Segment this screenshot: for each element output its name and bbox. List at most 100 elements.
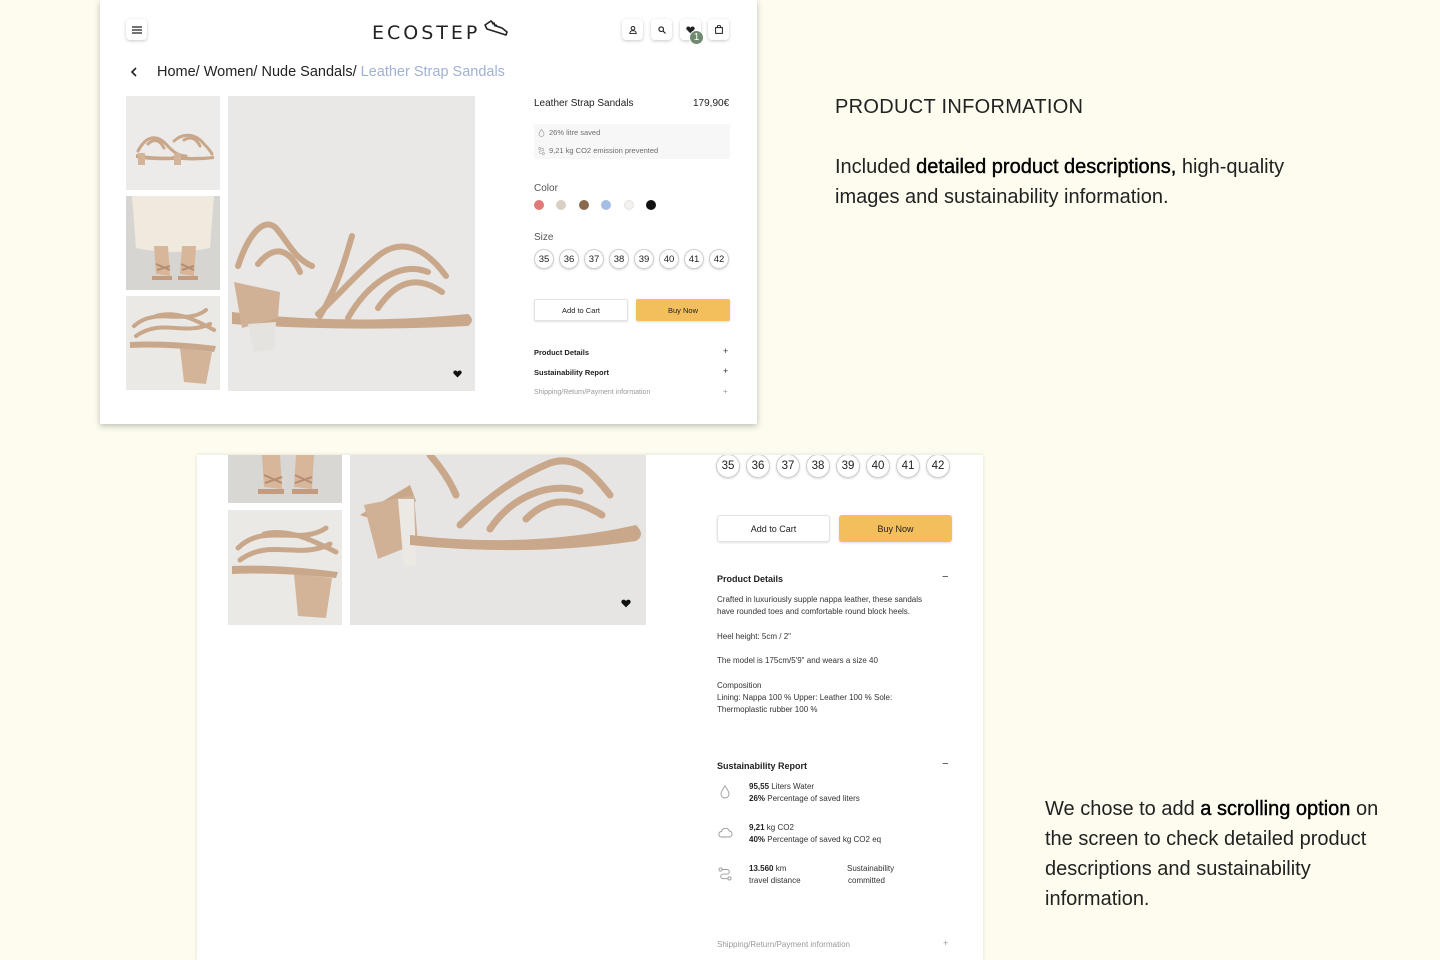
size-option[interactable]: 35 [716, 455, 740, 478]
shipping-info-toggle[interactable]: Shipping/Return/Payment information [534, 389, 650, 396]
size-option[interactable]: 35 [534, 249, 554, 269]
model-feet-image [258, 455, 318, 494]
size-label: Size [534, 232, 554, 243]
size-option[interactable]: 36 [559, 249, 579, 269]
section-description: Included detailed product descriptions, … [835, 156, 1285, 208]
wishlist-count-badge: 1 [689, 30, 704, 45]
route-icon [718, 867, 732, 881]
color-swatch-black[interactable] [646, 200, 656, 210]
travel-distance-label: travel distance [749, 876, 801, 885]
shipping-info-toggle[interactable]: Shipping/Return/Payment information [717, 940, 850, 949]
co2-saved-percentage: 40% Percentage of saved kg CO2 eq [749, 835, 882, 844]
size-option[interactable]: 39 [634, 249, 654, 269]
user-icon [628, 25, 637, 34]
bag-icon [714, 25, 723, 34]
logo-text: ECOSTEP [372, 22, 481, 44]
color-swatch-blue[interactable] [601, 200, 611, 210]
search-button[interactable] [651, 19, 672, 40]
size-option[interactable]: 36 [746, 455, 770, 478]
color-swatch-beige[interactable] [556, 200, 566, 210]
co2-prevented-line: 9,21 kg CO2 emission prevented [538, 146, 658, 155]
product-title: Leather Strap Sandals [534, 98, 634, 109]
section-heading: PRODUCT INFORMATION [835, 96, 1084, 118]
main-product-image[interactable] [228, 96, 475, 391]
thumbnail-2[interactable] [126, 196, 220, 290]
sustainability-report-toggle[interactable]: Sustainability Report [534, 368, 609, 377]
size-option[interactable]: 37 [776, 455, 800, 478]
size-option[interactable]: 39 [836, 455, 860, 478]
scroll-description: We chose to add a scrolling option on th… [1045, 798, 1379, 910]
water-saved-percentage: 26% Percentage of saved liters [749, 794, 860, 803]
breadcrumb: Home/ Women/ Nude Sandals/ Leather Strap… [157, 64, 505, 80]
composition-text: Lining: Nappa 100 % Upper: Leather 100 %… [717, 693, 893, 715]
account-button[interactable] [622, 19, 643, 40]
sandal-main-image [360, 455, 641, 567]
expand-icon[interactable]: + [723, 366, 728, 376]
add-to-cart-button[interactable]: Add to Cart [534, 299, 628, 321]
water-saved-metric: 95,55 Liters Water [749, 782, 815, 791]
size-option[interactable]: 42 [709, 249, 729, 269]
color-label: Color [534, 183, 558, 194]
product-price: 179,90€ [693, 98, 730, 109]
favorite-heart-icon[interactable] [621, 599, 631, 608]
size-option[interactable]: 37 [584, 249, 604, 269]
favorite-heart-icon[interactable] [453, 370, 462, 378]
expand-icon[interactable]: + [723, 387, 728, 396]
breadcrumb-path[interactable]: Home/ Women/ Nude Sandals/ [157, 64, 357, 80]
product-details-toggle[interactable]: Product Details [534, 348, 589, 357]
color-swatch-red[interactable] [534, 200, 544, 210]
size-option[interactable]: 38 [806, 455, 830, 478]
sneaker-logo-icon [484, 20, 509, 36]
size-option[interactable]: 38 [609, 249, 629, 269]
color-swatch-white[interactable] [624, 200, 634, 210]
sustainability-report-toggle[interactable]: Sustainability Report [717, 761, 807, 771]
sandal-side-image [232, 525, 339, 618]
thumbnail-3[interactable] [126, 296, 220, 390]
model-info: The model is 175cm/5'9" and wears a size… [717, 656, 878, 665]
sandal-side-image [130, 308, 216, 384]
product-page-screen: ECOSTEP 1 Home/ Women/ Nude Sandals/ Lea… [100, 0, 757, 424]
size-option[interactable]: 41 [896, 455, 920, 478]
size-option[interactable]: 40 [866, 455, 890, 478]
product-page-scrolled: 35 36 37 38 39 40 41 42 Add to Cart Buy … [197, 455, 983, 960]
size-option[interactable]: 41 [684, 249, 704, 269]
cart-button[interactable] [708, 19, 729, 40]
route-icon [538, 146, 545, 155]
sustainability-committed: Sustainability [847, 864, 895, 873]
breadcrumb-current: Leather Strap Sandals [360, 64, 505, 80]
sandal-thumbnail-image [136, 133, 214, 165]
collapse-icon[interactable]: − [942, 571, 948, 583]
litre-saved-line: 26% litre saved [538, 128, 600, 137]
search-icon [657, 25, 666, 34]
cloud-icon [718, 828, 733, 838]
water-drop-icon [538, 128, 545, 137]
main-product-image[interactable] [350, 455, 646, 625]
product-description: Crafted in luxuriously supple nappa leat… [717, 595, 923, 617]
thumbnail-2[interactable] [228, 455, 342, 503]
water-drop-icon [720, 785, 730, 799]
buy-now-button[interactable]: Buy Now [839, 515, 952, 542]
sustainability-summary: 26% litre saved 9,21 kg CO2 emission pre… [534, 124, 730, 159]
thumbnail-1[interactable] [126, 96, 220, 190]
model-feet-image [126, 196, 220, 290]
size-option[interactable]: 40 [659, 249, 679, 269]
buy-now-button[interactable]: Buy Now [636, 299, 730, 321]
travel-distance-metric: 13.560 km [749, 864, 787, 873]
back-arrow-icon[interactable] [130, 67, 138, 77]
sandal-main-image [232, 221, 472, 352]
color-swatch-brown[interactable] [579, 200, 589, 210]
collapse-icon[interactable]: − [942, 758, 948, 770]
sustainability-committed: committed [848, 876, 885, 885]
thumbnail-3[interactable] [228, 510, 342, 625]
size-option[interactable]: 42 [926, 455, 950, 478]
composition-label: Composition [717, 681, 762, 690]
menu-icon [131, 25, 142, 34]
expand-icon[interactable]: + [943, 938, 948, 948]
expand-icon[interactable]: + [723, 346, 728, 356]
add-to-cart-button[interactable]: Add to Cart [717, 515, 830, 542]
co2-saved-metric: 9,21 kg CO2 [749, 823, 794, 832]
heel-height: Heel height: 5cm / 2" [717, 632, 791, 641]
logo[interactable]: ECOSTEP [372, 20, 509, 46]
menu-button[interactable] [126, 19, 147, 40]
product-details-toggle[interactable]: Product Details [717, 574, 783, 584]
